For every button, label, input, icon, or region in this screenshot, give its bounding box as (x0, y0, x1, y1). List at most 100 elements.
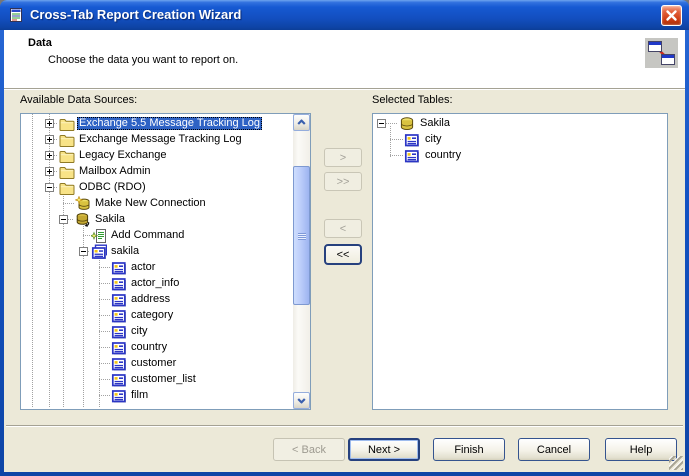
wizard-window: Cross-Tab Report Creation Wizard Data Ch… (0, 0, 689, 476)
tree-item-label[interactable]: Exchange 5.5 Message Tracking Log (77, 117, 262, 130)
tree-item-customer-list[interactable]: customer_list (21, 372, 292, 388)
step-subtitle: Choose the data you want to report on. (48, 54, 238, 66)
table-icon (111, 388, 127, 404)
tree-item-actor[interactable]: actor (21, 260, 292, 276)
tree-item-film[interactable]: film (21, 388, 292, 404)
tree-item-exchange-message-tracking-log[interactable]: Exchange Message Tracking Log (21, 132, 292, 148)
move-all-left-button[interactable]: << (324, 244, 362, 265)
tree-item-label[interactable]: Sakila (418, 117, 452, 130)
step-title: Data (28, 37, 52, 49)
tree-item-city[interactable]: city (21, 324, 292, 340)
tree-item-address[interactable]: address (21, 292, 292, 308)
tree-item-sakila[interactable]: Sakila (373, 116, 665, 132)
tree-item-label[interactable]: city (423, 133, 444, 146)
tree-guide-line (99, 347, 110, 348)
table-icon (111, 324, 127, 340)
tree-guide-line (99, 315, 110, 316)
folder-icon (59, 116, 75, 132)
tree-item-label[interactable]: sakila (109, 245, 141, 258)
button-separator (6, 425, 683, 427)
tree-item-label[interactable]: Make New Connection (93, 197, 208, 210)
scrollbar-thumb[interactable] (293, 166, 310, 305)
close-button[interactable] (661, 5, 682, 26)
tree-item-label[interactable]: Sakila (93, 213, 127, 226)
expand-icon[interactable] (45, 135, 54, 144)
tree-item-label[interactable]: actor_info (129, 277, 181, 290)
tree-item-label[interactable]: city (129, 325, 150, 338)
resize-grip[interactable] (669, 456, 683, 470)
expand-icon[interactable] (45, 167, 54, 176)
tree-item-label[interactable]: address (129, 293, 172, 306)
tree-item-label[interactable]: customer (129, 357, 178, 370)
tree-item-label[interactable]: category (129, 309, 175, 322)
tree-item-exchange-5-5-message-tracking-log[interactable]: Exchange 5.5 Message Tracking Log (21, 116, 292, 132)
tree-item-label[interactable]: film (129, 389, 150, 402)
folder-icon (59, 164, 75, 180)
collapse-icon[interactable] (79, 247, 88, 256)
selected-tables-label: Selected Tables: (372, 94, 453, 106)
tree-guide-line (88, 251, 90, 252)
tree-guide-line (99, 267, 110, 268)
table-icon (111, 340, 127, 356)
collapse-icon[interactable] (45, 183, 54, 192)
tree-item-customer[interactable]: customer (21, 356, 292, 372)
move-left-button: < (324, 219, 362, 238)
scroll-up-button[interactable] (293, 114, 310, 131)
tree-item-label[interactable]: actor (129, 261, 157, 274)
tree-guide-line (83, 235, 90, 236)
add-command-icon (91, 228, 107, 244)
tree-item-add-command[interactable]: Add Command (21, 228, 292, 244)
tree-guide-line (99, 299, 110, 300)
expand-icon[interactable] (45, 119, 54, 128)
tree-item-mailbox-admin[interactable]: Mailbox Admin (21, 164, 292, 180)
tree-guide-line (386, 123, 398, 124)
move-all-right-button: >> (324, 172, 362, 191)
tree-item-label[interactable]: Add Command (109, 229, 186, 242)
tree-item-label[interactable]: Exchange Message Tracking Log (77, 133, 244, 146)
tree-item-label[interactable]: Legacy Exchange (77, 149, 168, 162)
tree-item-country[interactable]: country (373, 148, 665, 164)
table-icon (404, 148, 420, 164)
tree-guide-line (99, 379, 110, 380)
cancel-button[interactable]: Cancel (518, 438, 590, 461)
tree-guide-line (54, 155, 58, 156)
tree-item-country[interactable]: country (21, 340, 292, 356)
tree-item-sakila[interactable]: Sakila (21, 212, 292, 228)
tree-item-sakila[interactable]: sakila (21, 244, 292, 260)
tree-guide-line (99, 331, 110, 332)
tree-item-odbc-rdo[interactable]: ODBC (RDO) (21, 180, 292, 196)
finish-button[interactable]: Finish (433, 438, 505, 461)
next-button[interactable]: Next > (348, 438, 420, 461)
move-right-button: > (324, 148, 362, 167)
tree-item-make-new-connection[interactable]: Make New Connection (21, 196, 292, 212)
database-new-icon (75, 196, 91, 212)
folder-icon (59, 148, 75, 164)
available-sources-tree[interactable]: Exchange 5.5 Message Tracking Log Exchang… (20, 113, 311, 410)
tree-item-label[interactable]: ODBC (RDO) (77, 181, 148, 194)
help-button[interactable]: Help (605, 438, 677, 461)
expand-icon[interactable] (45, 151, 54, 160)
table-icon (111, 260, 127, 276)
tree-item-city[interactable]: city (373, 132, 665, 148)
window-title: Cross-Tab Report Creation Wizard (30, 0, 241, 30)
selected-tables-tree[interactable]: Sakila city country (372, 113, 668, 410)
tree-item-actor-info[interactable]: actor_info (21, 276, 292, 292)
tree-guide-line (54, 171, 58, 172)
collapse-icon[interactable] (377, 119, 386, 128)
tree-item-label[interactable]: customer_list (129, 373, 198, 386)
table-icon (404, 132, 420, 148)
tree-guide-line (390, 139, 403, 140)
tree-item-category[interactable]: category (21, 308, 292, 324)
table-icon (111, 356, 127, 372)
tree-item-label[interactable]: country (423, 149, 463, 162)
vertical-scrollbar[interactable] (293, 114, 310, 409)
tree-item-label[interactable]: country (129, 341, 169, 354)
tree-item-legacy-exchange[interactable]: Legacy Exchange (21, 148, 292, 164)
tree-guide-line (54, 123, 58, 124)
collapse-icon[interactable] (59, 215, 68, 224)
titlebar[interactable]: Cross-Tab Report Creation Wizard (0, 0, 689, 30)
folder-icon (59, 132, 75, 148)
tree-item-label[interactable]: Mailbox Admin (77, 165, 153, 178)
table-icon (111, 308, 127, 324)
scroll-down-button[interactable] (293, 392, 310, 409)
